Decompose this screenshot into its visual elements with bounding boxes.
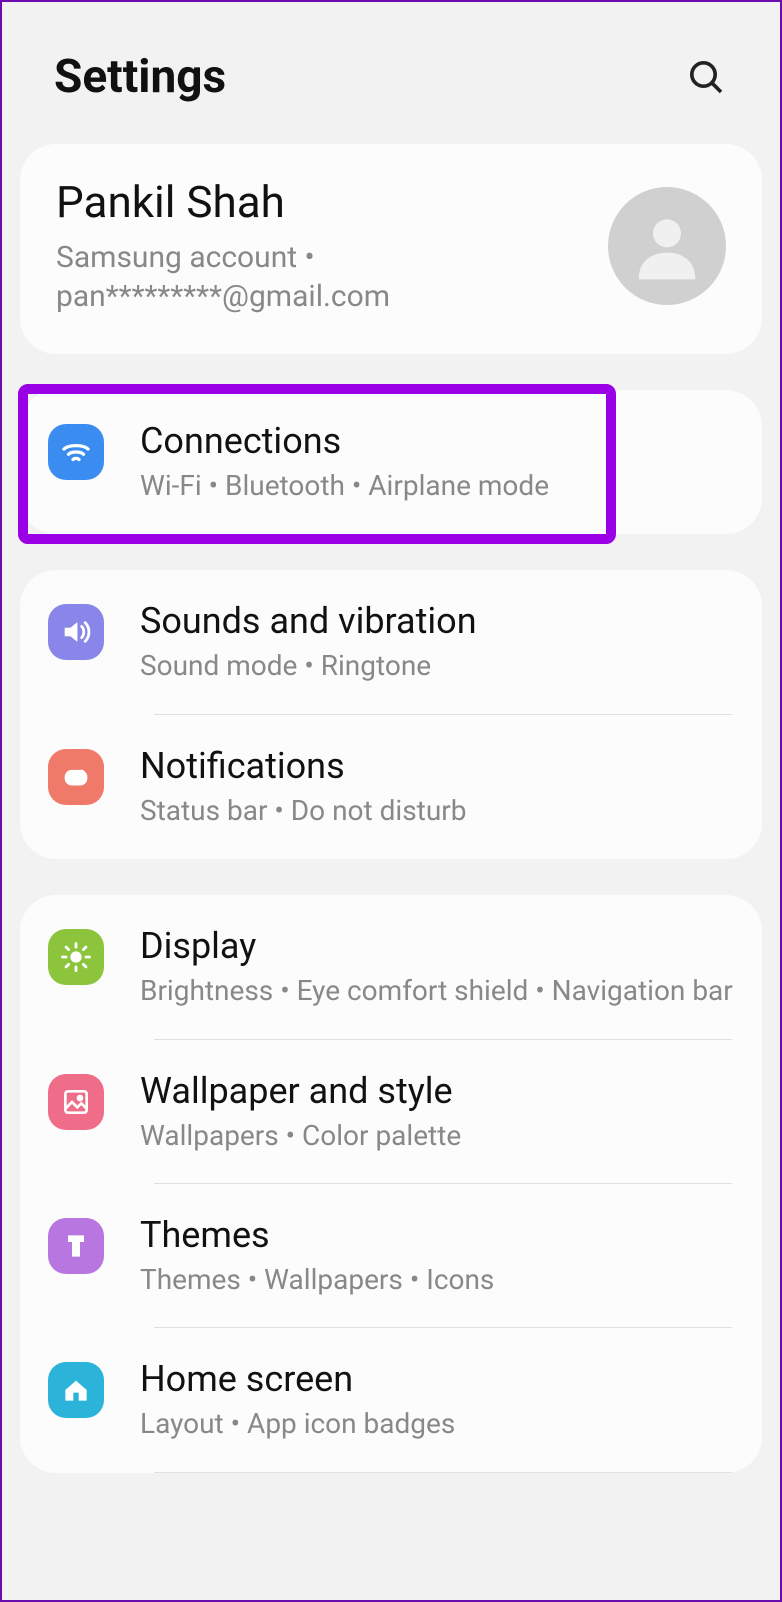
item-title: Notifications xyxy=(140,745,734,787)
home-icon xyxy=(48,1362,104,1418)
item-title: Sounds and vibration xyxy=(140,600,734,642)
account-card[interactable]: Pankil Shah Samsung account • pan*******… xyxy=(20,144,762,354)
wifi-icon xyxy=(48,424,104,480)
themes-icon xyxy=(48,1218,104,1274)
connections-group: Connections Wi-Fi • Bluetooth • Airplane… xyxy=(20,390,762,534)
settings-item-themes[interactable]: Themes Themes • Wallpapers • Icons xyxy=(20,1184,762,1328)
avatar xyxy=(608,187,726,305)
item-title: Display xyxy=(140,925,734,967)
item-sub: Brightness • Eye comfort shield • Naviga… xyxy=(140,973,734,1009)
item-title: Wallpaper and style xyxy=(140,1070,734,1112)
sound-icon xyxy=(48,604,104,660)
item-sub: Wi-Fi • Bluetooth • Airplane mode xyxy=(140,468,734,504)
item-sub: Sound mode • Ringtone xyxy=(140,648,734,684)
settings-item-connections[interactable]: Connections Wi-Fi • Bluetooth • Airplane… xyxy=(20,390,762,534)
settings-item-home-screen[interactable]: Home screen Layout • App icon badges xyxy=(20,1328,762,1472)
wallpaper-icon xyxy=(48,1074,104,1130)
group-sounds-notifications: Sounds and vibration Sound mode • Ringto… xyxy=(20,570,762,859)
account-text: Pankil Shah Samsung account • pan*******… xyxy=(56,176,608,316)
settings-item-notifications[interactable]: Notifications Status bar • Do not distur… xyxy=(20,715,762,859)
item-sub: Themes • Wallpapers • Icons xyxy=(140,1262,734,1298)
item-sub: Status bar • Do not disturb xyxy=(140,793,734,829)
settings-item-wallpaper[interactable]: Wallpaper and style Wallpapers • Color p… xyxy=(20,1040,762,1184)
item-title: Home screen xyxy=(140,1358,734,1400)
item-sub: Layout • App icon badges xyxy=(140,1406,734,1442)
search-button[interactable] xyxy=(684,55,728,99)
search-icon xyxy=(686,57,726,97)
item-title: Connections xyxy=(140,420,734,462)
notifications-icon xyxy=(48,749,104,805)
account-sub: Samsung account • pan*********@gmail.com xyxy=(56,238,588,316)
header: Settings xyxy=(2,2,780,144)
display-icon xyxy=(48,929,104,985)
settings-item-display[interactable]: Display Brightness • Eye comfort shield … xyxy=(20,895,762,1039)
item-title: Themes xyxy=(140,1214,734,1256)
item-sub: Wallpapers • Color palette xyxy=(140,1118,734,1154)
person-icon xyxy=(627,206,707,286)
settings-item-sounds[interactable]: Sounds and vibration Sound mode • Ringto… xyxy=(20,570,762,714)
group-display-etc: Display Brightness • Eye comfort shield … xyxy=(20,895,762,1473)
account-name: Pankil Shah xyxy=(56,176,588,228)
page-title: Settings xyxy=(54,50,226,104)
